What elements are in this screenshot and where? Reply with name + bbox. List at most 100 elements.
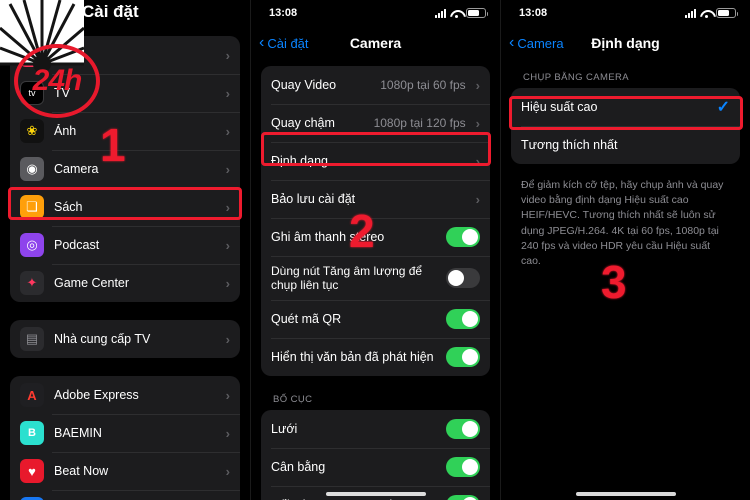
cellular-signal-icon [435, 8, 446, 18]
row-quay-cham[interactable]: Quay chậm 1080p tại 120 fps › [261, 104, 490, 142]
sidebar-item-tv-provider[interactable]: ▤ Nhà cung cấp TV › [10, 320, 240, 358]
navigation-bar: ‹ Camera Định dạng [501, 26, 750, 60]
camera-settings-screen: 13:08 ‹ Cài đặt Camera Quay Video 1080p … [250, 0, 500, 500]
screenshot-root: ® Cài đặt ♪ Nhạc › tv TV › ❀ Ảnh › ◉ Cam… [0, 0, 750, 500]
status-bar: 13:08 [501, 0, 750, 26]
chevron-right-icon: › [475, 77, 480, 93]
tv-provider-icon: ▤ [20, 327, 44, 351]
toggle-luoi[interactable] [446, 419, 480, 439]
format-options-group: Hiệu suất cao ✓ Tương thích nhất [511, 88, 740, 164]
section-header-chup-bang-camera: CHỤP BẰNG CAMERA [523, 72, 629, 83]
checkmark-icon: ✓ [716, 99, 730, 116]
photos-icon: ❀ [20, 119, 44, 143]
navigation-bar: ‹ Cài đặt Camera [251, 26, 500, 60]
camera-icon: ◉ [20, 157, 44, 181]
list-item-label: Cân bằng [271, 460, 326, 474]
battery-icon [466, 8, 488, 18]
list-item-label: Camera [54, 162, 99, 176]
chevron-right-icon: › [225, 199, 230, 215]
status-indicators [435, 8, 488, 18]
chevron-right-icon: › [225, 237, 230, 253]
sidebar-item-business-suite[interactable]: ▣ Business Suite › [10, 490, 240, 500]
row-bao-luu-cai-dat[interactable]: Bảo lưu cài đặt › [261, 180, 490, 218]
row-ghi-am-thanh-stereo[interactable]: Ghi âm thanh stereo [261, 218, 490, 256]
status-time: 13:08 [519, 7, 548, 19]
beat-now-icon: ♥ [20, 459, 44, 483]
chevron-right-icon: › [225, 123, 230, 139]
chevron-right-icon: › [225, 425, 230, 441]
list-item-label: Beat Now [54, 464, 109, 478]
toggle-ghi-am-thanh-stereo[interactable] [446, 227, 480, 247]
sidebar-item-music[interactable]: ♪ Nhạc › [10, 36, 240, 74]
list-item-label: Định dạng [271, 154, 328, 168]
chevron-right-icon: › [475, 153, 480, 169]
row-nut-tang-am-luong[interactable]: Dùng nút Tăng âm lượng để chụp liên tục [261, 256, 490, 300]
battery-icon [716, 8, 738, 18]
format-screen: 13:08 ‹ Camera Định dạng CHỤP BẰNG CAMER… [500, 0, 750, 500]
row-quay-video[interactable]: Quay Video 1080p tại 60 fps › [261, 66, 490, 104]
adobe-express-icon: A [20, 383, 44, 407]
list-item-value: 1080p tại 120 fps [373, 116, 466, 130]
row-luoi[interactable]: Lưới [261, 410, 490, 448]
books-icon: ❏ [20, 195, 44, 219]
layout-settings-group: Lưới Cân bằng Đối xứng camera trước Xem … [261, 410, 490, 500]
chevron-right-icon: › [475, 191, 480, 207]
list-item-label: Tương thích nhất [521, 138, 618, 152]
back-button[interactable]: ‹ Camera [509, 35, 564, 51]
cellular-signal-icon [685, 8, 696, 18]
list-item-label: Quay chậm [271, 116, 335, 130]
chevron-right-icon: › [225, 161, 230, 177]
settings-group-tv-provider: ▤ Nhà cung cấp TV › [10, 320, 240, 358]
sidebar-item-tv[interactable]: tv TV › [10, 74, 240, 112]
page-title: Cài đặt [82, 2, 139, 21]
list-item-label: Hiển thị văn bản đã phát hiện [271, 350, 434, 364]
list-item-label: Quét mã QR [271, 312, 342, 326]
list-item-label: Ảnh [54, 124, 77, 138]
option-hieu-suat-cao[interactable]: Hiệu suất cao ✓ [511, 88, 740, 126]
wifi-icon [450, 9, 462, 18]
music-icon: ♪ [20, 43, 44, 67]
list-item-label: Podcast [54, 238, 100, 252]
chevron-right-icon: › [225, 331, 230, 347]
sidebar-item-beat-now[interactable]: ♥ Beat Now › [10, 452, 240, 490]
chevron-right-icon: › [225, 85, 230, 101]
sidebar-item-game-center[interactable]: ✦ Game Center › [10, 264, 240, 302]
list-item-label: Quay Video [271, 78, 337, 92]
toggle-nut-tang-am-luong[interactable] [446, 268, 480, 288]
sidebar-item-adobe-express[interactable]: A Adobe Express › [10, 376, 240, 414]
tv-icon: tv [20, 81, 44, 105]
chevron-right-icon: › [225, 463, 230, 479]
gamecenter-icon: ✦ [20, 271, 44, 295]
chevron-right-icon: › [225, 275, 230, 291]
row-dinh-dang[interactable]: Định dạng › [261, 142, 490, 180]
row-can-bang[interactable]: Cân bằng [261, 448, 490, 486]
list-item-label: TV [54, 86, 70, 100]
list-item-label: Hiệu suất cao [521, 100, 598, 114]
settings-header: ® Cài đặt [0, 0, 250, 30]
row-quet-ma-qr[interactable]: Quét mã QR [261, 300, 490, 338]
option-tuong-thich-nhat[interactable]: Tương thích nhất [511, 126, 740, 164]
list-item-label: Nhà cung cấp TV [54, 332, 151, 346]
row-hien-thi-van-ban[interactable]: Hiển thị văn bản đã phát hiện [261, 338, 490, 376]
toggle-doi-xung-camera-truoc[interactable] [446, 495, 480, 500]
chevron-left-icon: ‹ [509, 34, 515, 51]
settings-screen: ® Cài đặt ♪ Nhạc › tv TV › ❀ Ảnh › ◉ Cam… [0, 0, 250, 500]
annotation-number-3: 3 [601, 256, 627, 308]
list-item-value: 1080p tại 60 fps [380, 78, 466, 92]
sidebar-item-baemin[interactable]: B BAEMIN › [10, 414, 240, 452]
annotation-number-2: 2 [349, 205, 375, 257]
status-bar: 13:08 [251, 0, 500, 26]
chevron-right-icon: › [475, 115, 480, 131]
baemin-icon: B [20, 421, 44, 445]
sidebar-item-books[interactable]: ❏ Sách › [10, 188, 240, 226]
sidebar-item-podcast[interactable]: ◎ Podcast › [10, 226, 240, 264]
home-indicator [325, 492, 426, 496]
back-button[interactable]: ‹ Cài đặt [259, 35, 309, 51]
toggle-quet-ma-qr[interactable] [446, 309, 480, 329]
list-item-label: Game Center [54, 276, 130, 290]
section-header-bo-cuc: BỐ CỤC [273, 394, 313, 405]
wifi-icon [700, 9, 712, 18]
toggle-can-bang[interactable] [446, 457, 480, 477]
list-item-label: Dùng nút Tăng âm lượng để chụp liên tục [271, 263, 423, 292]
toggle-hien-thi-van-ban[interactable] [446, 347, 480, 367]
